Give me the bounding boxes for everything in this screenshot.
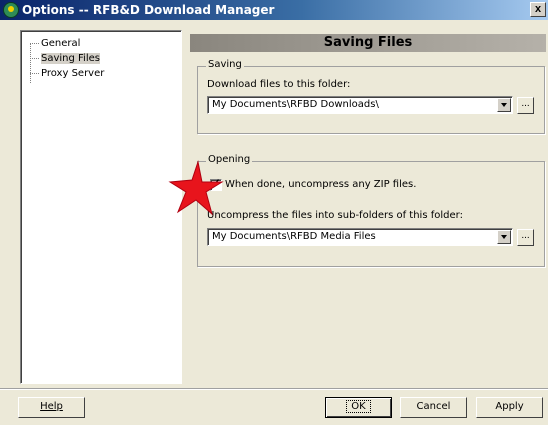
subfolder-combo[interactable]: My Documents\RFBD Media Files (207, 228, 513, 246)
apply-button[interactable]: Apply (476, 397, 543, 418)
ok-button[interactable]: OK (325, 397, 392, 418)
options-dialog: Options -- RFB&D Download Manager x Gene… (0, 0, 548, 425)
saving-group: Saving Download files to this folder: My… (197, 59, 545, 134)
tree-item-proxy-server[interactable]: Proxy Server (28, 67, 106, 80)
tree-item-label: Saving Files (41, 53, 100, 64)
panel-header: Saving Files (190, 34, 546, 52)
close-button[interactable]: x (530, 2, 546, 17)
app-globe-icon (3, 2, 19, 18)
tree-item-label: Proxy Server (41, 68, 105, 79)
title-bar[interactable]: Options -- RFB&D Download Manager x (0, 0, 548, 20)
subfolder-label: Uncompress the files into sub-folders of… (207, 210, 463, 221)
help-button-label: Help (40, 401, 63, 412)
help-button[interactable]: Help (18, 397, 85, 418)
subfolder-browse-button[interactable]: ... (517, 229, 534, 246)
opening-group: Opening When done, uncompress any ZIP fi… (197, 154, 545, 267)
panel-title: Saving Files (323, 35, 413, 50)
chevron-down-icon[interactable] (497, 98, 511, 112)
footer-divider (0, 388, 548, 390)
download-folder-value: My Documents\RFBD Downloads\ (212, 99, 379, 110)
options-tree[interactable]: General Saving Files Proxy Server (20, 30, 182, 384)
download-folder-combo[interactable]: My Documents\RFBD Downloads\ (207, 96, 513, 114)
tree-item-general[interactable]: General (28, 37, 82, 50)
tree-item-saving-files[interactable]: Saving Files (28, 52, 102, 65)
saving-group-label: Saving (206, 59, 244, 70)
download-folder-browse-button[interactable]: ... (517, 97, 534, 114)
chevron-down-icon[interactable] (497, 230, 511, 244)
uncompress-checkbox-label[interactable]: When done, uncompress any ZIP files. (225, 179, 416, 190)
ok-button-label: OK (346, 400, 371, 413)
tree-item-label: General (41, 38, 81, 49)
window-title: Options -- RFB&D Download Manager (22, 3, 275, 17)
cancel-button[interactable]: Cancel (400, 397, 467, 418)
download-folder-label: Download files to this folder: (207, 79, 351, 90)
subfolder-value: My Documents\RFBD Media Files (212, 231, 376, 242)
red-star-icon (168, 160, 224, 216)
